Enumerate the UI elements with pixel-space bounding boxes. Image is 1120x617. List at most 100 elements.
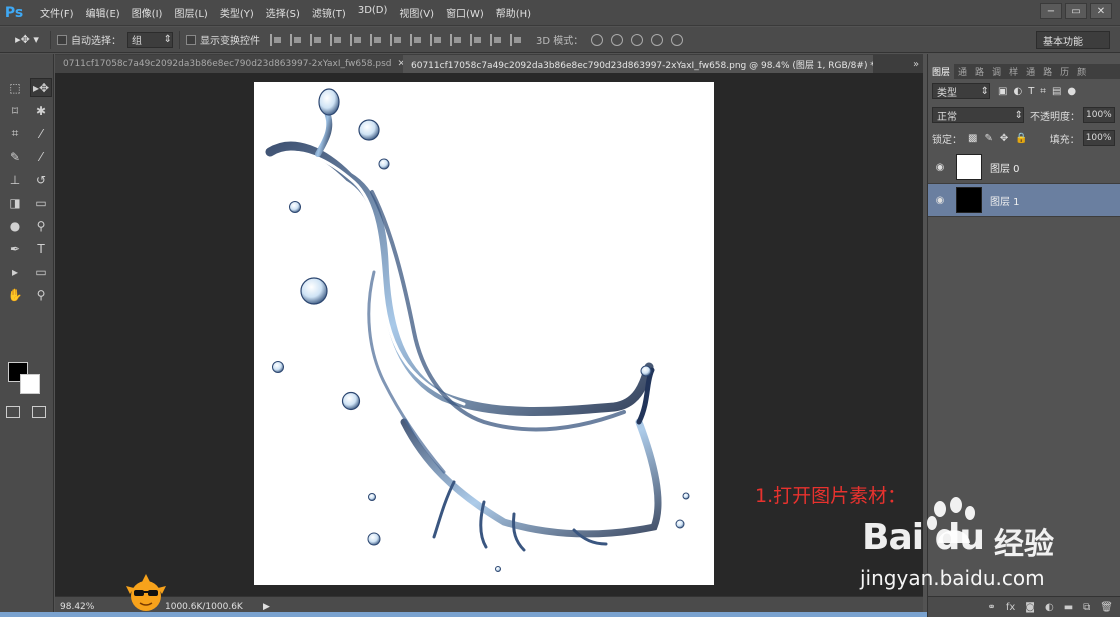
menu-window[interactable]: 窗口(W) (440, 5, 490, 20)
distribute-hcenter-icon[interactable] (470, 33, 482, 46)
pen-tool-icon[interactable]: ✒ (4, 239, 26, 258)
layer-style-icon[interactable]: fx (1006, 602, 1015, 613)
distribute-right-icon[interactable] (490, 33, 502, 46)
menu-select[interactable]: 选择(S) (260, 5, 306, 20)
magic-wand-tool-icon[interactable]: ✱ (30, 101, 52, 120)
move-tool-icon[interactable]: ▸✥ (30, 78, 52, 97)
tab-color[interactable]: 颜 (1073, 65, 1090, 78)
tab-layers[interactable]: 图层 (928, 64, 955, 79)
tab-styles[interactable]: 样 (1005, 65, 1022, 78)
auto-select-checkbox[interactable] (57, 34, 67, 45)
blend-mode-dropdown[interactable]: 正常 ⇕ (932, 107, 1024, 123)
align-vcenter-icon[interactable] (290, 33, 302, 46)
layer-row-0[interactable]: ◉ 图层 0 (928, 151, 1120, 184)
tab-paths-2[interactable]: 路 (1039, 65, 1056, 78)
menu-filter[interactable]: 滤镜(T) (306, 5, 352, 20)
workspace-switcher[interactable]: 基本功能 (1036, 31, 1110, 49)
filter-type-icon[interactable]: T (1028, 86, 1034, 97)
dodge-tool-icon[interactable]: ⚲ (30, 216, 52, 235)
menu-view[interactable]: 视图(V) (393, 5, 440, 20)
quick-mask-icon[interactable] (6, 406, 20, 418)
background-color-swatch[interactable] (20, 374, 40, 394)
distribute-top-icon[interactable] (390, 33, 402, 46)
lock-pixels-icon[interactable]: ✎ (984, 133, 992, 144)
eyedropper-tool-icon[interactable]: ⁄ (30, 124, 52, 143)
eraser-tool-icon[interactable]: ◨ (4, 193, 26, 212)
filter-adjustment-icon[interactable]: ◐ (1013, 86, 1022, 97)
lasso-tool-icon[interactable]: ⌑ (4, 101, 26, 120)
layer-row-1[interactable]: ◉ 图层 1 (928, 184, 1120, 217)
menu-layer[interactable]: 图层(L) (168, 5, 213, 20)
filter-smart-object-icon[interactable]: ▤ (1052, 86, 1061, 97)
rotate-3d-icon[interactable] (591, 33, 604, 46)
slide-3d-icon[interactable] (651, 33, 664, 46)
tab-adjustments[interactable]: 调 (988, 65, 1005, 78)
filter-toggle-icon[interactable]: ● (1067, 86, 1076, 97)
blur-tool-icon[interactable]: ● (4, 216, 26, 235)
menu-3d[interactable]: 3D(D) (352, 5, 394, 20)
adjustment-layer-icon[interactable]: ◐ (1045, 602, 1054, 613)
filter-pixel-icon[interactable]: ▣ (998, 86, 1007, 97)
auto-align-icon[interactable] (510, 33, 522, 46)
menu-edit[interactable]: 编辑(E) (80, 5, 126, 20)
link-layers-icon[interactable]: ⚭ (987, 602, 995, 613)
new-group-icon[interactable]: ▬ (1064, 602, 1073, 613)
lock-transparent-icon[interactable]: ▩ (968, 133, 977, 144)
filter-kind-dropdown[interactable]: 类型 ⇕ (932, 83, 990, 99)
clone-stamp-tool-icon[interactable]: ⊥ (4, 170, 26, 189)
opacity-field[interactable]: 100% (1083, 107, 1115, 123)
filter-shape-icon[interactable]: ⌗ (1040, 86, 1046, 97)
close-button[interactable]: ✕ (1090, 3, 1112, 19)
zoom-tool-icon[interactable]: ⚲ (30, 285, 52, 304)
move-tool-preset-icon[interactable]: ▸✥ ▾ (10, 30, 44, 50)
restore-button[interactable]: ▭ (1065, 3, 1087, 19)
add-mask-icon[interactable]: ◙ (1025, 602, 1035, 613)
history-brush-tool-icon[interactable]: ↺ (30, 170, 52, 189)
type-tool-icon[interactable]: T (30, 239, 52, 258)
scale-3d-icon[interactable] (671, 33, 684, 46)
align-left-icon[interactable] (330, 33, 342, 46)
new-layer-icon[interactable]: ⧉ (1083, 602, 1090, 613)
show-transform-checkbox[interactable] (186, 34, 196, 45)
tab-paths[interactable]: 路 (971, 65, 988, 78)
lock-all-icon[interactable]: 🔒 (1015, 133, 1027, 144)
align-right-icon[interactable] (370, 33, 382, 46)
visibility-eye-icon[interactable]: ◉ (928, 195, 952, 206)
drag-3d-icon[interactable] (631, 33, 644, 46)
auto-select-dropdown[interactable]: 组 ⇕ (127, 31, 173, 48)
document-canvas[interactable] (254, 82, 714, 585)
fill-field[interactable]: 100% (1082, 130, 1115, 146)
zoom-level[interactable]: 98.42% (60, 602, 94, 612)
gradient-tool-icon[interactable]: ▭ (30, 193, 52, 212)
menu-help[interactable]: 帮助(H) (490, 5, 537, 20)
healing-brush-tool-icon[interactable]: ✎ (4, 147, 26, 166)
tab-psd-document[interactable]: 0711cf17058c7a49c2092da3b86e8ec790d23d86… (55, 55, 403, 73)
distribute-vcenter-icon[interactable] (410, 33, 422, 46)
distribute-left-icon[interactable] (450, 33, 462, 46)
tab-history[interactable]: 历 (1056, 65, 1073, 78)
canvas-area[interactable] (55, 73, 923, 596)
tab-png-document[interactable]: 60711cf17058c7a49c2092da3b86e8ec790d23d8… (403, 55, 873, 73)
align-hcenter-icon[interactable] (350, 33, 362, 46)
visibility-eye-icon[interactable]: ◉ (928, 162, 952, 173)
menu-image[interactable]: 图像(I) (126, 5, 169, 20)
minimize-button[interactable]: − (1040, 3, 1062, 19)
distribute-bottom-icon[interactable] (430, 33, 442, 46)
roll-3d-icon[interactable] (611, 33, 624, 46)
delete-layer-icon[interactable]: 🗑 (1100, 602, 1113, 613)
tab-channels-2[interactable]: 通 (1022, 65, 1039, 78)
rectangle-tool-icon[interactable]: ▭ (30, 262, 52, 281)
screen-mode-icon[interactable] (32, 406, 46, 418)
collapse-panels-icon[interactable]: » (905, 54, 927, 74)
tab-channels[interactable]: 通 (954, 65, 971, 78)
crop-tool-icon[interactable]: ⌗ (4, 124, 26, 143)
marquee-tool-icon[interactable]: ⬚ (4, 78, 26, 97)
menu-file[interactable]: 文件(F) (34, 5, 80, 20)
brush-tool-icon[interactable]: ⁄ (30, 147, 52, 166)
path-selection-tool-icon[interactable]: ▸ (4, 262, 26, 281)
align-top-icon[interactable] (270, 33, 282, 46)
status-menu-arrow-icon[interactable]: ▶ (263, 602, 270, 612)
menu-type[interactable]: 类型(Y) (214, 5, 260, 20)
align-bottom-icon[interactable] (310, 33, 322, 46)
lock-position-icon[interactable]: ✥ (1000, 133, 1008, 144)
